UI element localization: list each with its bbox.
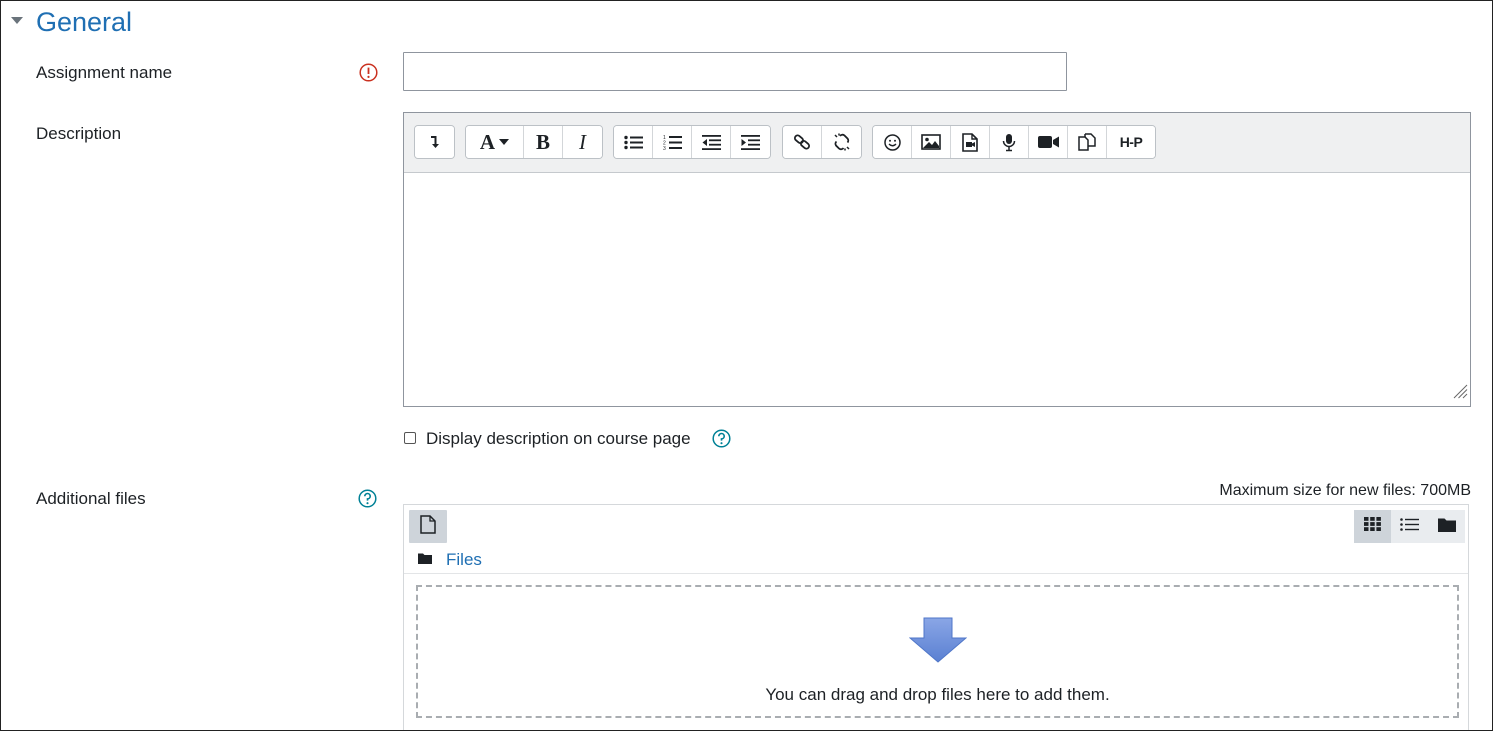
view-switcher — [1354, 510, 1465, 543]
video-camera-icon — [1037, 135, 1059, 149]
toolbar-group-more — [414, 125, 455, 159]
record-video-button[interactable] — [1029, 126, 1068, 158]
file-manager: Files You can drag and drop files here t… — [403, 504, 1469, 730]
media-file-icon — [962, 132, 978, 152]
view-tree-button[interactable] — [1428, 510, 1465, 543]
folder-icon — [1437, 517, 1456, 537]
insert-media-button[interactable] — [951, 126, 990, 158]
insert-h5p-button[interactable]: H-P — [1107, 126, 1155, 158]
font-style-label: A — [479, 129, 496, 154]
additional-files-label: Additional files — [36, 489, 146, 508]
record-audio-button[interactable] — [990, 126, 1029, 158]
max-file-size-text: Maximum size for new files: 700MB — [1219, 482, 1471, 499]
unordered-list-icon — [623, 135, 643, 150]
description-label: Description — [36, 124, 122, 143]
new-file-icon — [420, 514, 436, 539]
resize-grip-icon[interactable] — [1452, 383, 1468, 404]
unlink-icon — [833, 133, 851, 151]
view-icons-button[interactable] — [1354, 510, 1391, 543]
download-arrow-icon — [908, 617, 967, 668]
file-drop-zone[interactable]: You can drag and drop files here to add … — [416, 585, 1459, 718]
assignment-form: General Assignment name Description A B … — [0, 0, 1493, 731]
drop-instructions: You can drag and drop files here to add … — [765, 685, 1110, 704]
indent-icon — [741, 134, 760, 150]
toolbar-group-insert: H-P — [872, 125, 1156, 159]
more-arrow-icon — [428, 134, 442, 150]
grid-icon — [1364, 517, 1381, 536]
image-icon — [921, 134, 941, 150]
files-breadcrumb-link[interactable]: Files — [446, 550, 482, 570]
link-button[interactable] — [783, 126, 822, 158]
help-icon[interactable] — [358, 489, 377, 508]
breadcrumb: Files — [418, 550, 482, 570]
assignment-name-input[interactable] — [403, 52, 1067, 91]
emoji-button[interactable] — [873, 126, 912, 158]
svg-text:3: 3 — [663, 146, 666, 151]
bold-button[interactable]: B — [524, 126, 563, 158]
indent-button[interactable] — [731, 126, 770, 158]
add-file-button[interactable] — [409, 510, 447, 543]
h5p-label: H-P — [1119, 134, 1143, 150]
italic-button[interactable]: I — [563, 126, 602, 158]
unlink-button[interactable] — [822, 126, 861, 158]
bold-label: B — [535, 129, 550, 154]
manage-files-button[interactable] — [1068, 126, 1107, 158]
description-text-area[interactable] — [404, 173, 1470, 406]
collapse-caret-icon[interactable] — [11, 17, 23, 24]
ordered-list-button[interactable]: 1 2 3 — [653, 126, 692, 158]
view-list-button[interactable] — [1391, 510, 1428, 543]
description-editor: A B I 1 2 3 H-P — [403, 112, 1471, 407]
italic-label: I — [579, 129, 586, 154]
smiley-icon — [883, 133, 901, 151]
toolbar-group-links — [782, 125, 862, 159]
insert-image-button[interactable] — [912, 126, 951, 158]
editor-toolbar: A B I 1 2 3 H-P — [404, 113, 1470, 173]
help-icon[interactable] — [712, 429, 731, 448]
dropdown-caret-icon — [499, 139, 510, 145]
ordered-list-icon: 1 2 3 — [663, 134, 682, 151]
list-icon — [1400, 517, 1419, 536]
copy-files-icon — [1078, 133, 1096, 151]
display-description-checkbox[interactable] — [404, 432, 416, 444]
show-more-buttons-button[interactable] — [415, 126, 454, 158]
divider — [404, 573, 1468, 574]
required-icon — [359, 63, 378, 82]
paragraph-styles-button[interactable]: A — [466, 126, 524, 158]
unordered-list-button[interactable] — [614, 126, 653, 158]
display-description-label[interactable]: Display description on course page — [426, 429, 691, 449]
microphone-icon — [1002, 133, 1016, 152]
section-title[interactable]: General — [36, 7, 132, 38]
toolbar-group-lists: 1 2 3 — [613, 125, 771, 159]
outdent-button[interactable] — [692, 126, 731, 158]
outdent-icon — [701, 134, 721, 150]
toolbar-group-style: A B I — [465, 125, 603, 159]
folder-icon — [418, 551, 432, 569]
assignment-name-label: Assignment name — [36, 63, 173, 82]
link-icon — [793, 133, 811, 151]
